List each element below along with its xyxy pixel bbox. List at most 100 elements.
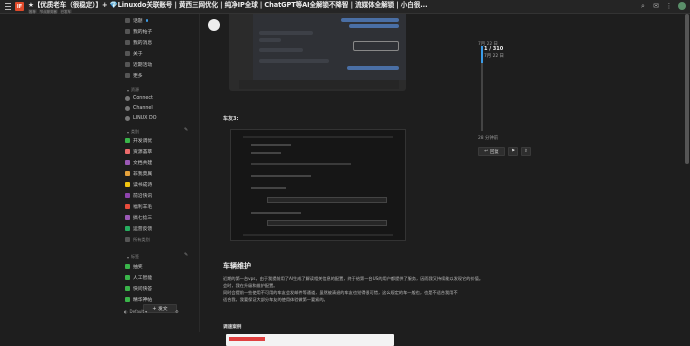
header-icons: ⌕ ✉ ⋮: [639, 2, 686, 10]
section-label: 车友3:: [223, 116, 239, 122]
sidebar-category[interactable]: 运营反馈: [125, 225, 152, 232]
tag-icon: [125, 286, 130, 291]
sidebar-item-label: 我的消息: [133, 41, 153, 46]
posts-icon: [125, 29, 130, 34]
share-icon: ⇪: [524, 149, 528, 154]
sidebar-category[interactable]: 前沿快讯: [125, 192, 152, 199]
tag-icon: [125, 297, 130, 302]
timeline-end-date[interactable]: 28 分钟前: [478, 135, 498, 141]
page-scrollbar[interactable]: [684, 14, 690, 332]
theme-icon[interactable]: ◐: [124, 309, 128, 314]
edit-tags-icon[interactable]: ✎: [184, 252, 188, 258]
sidebar-category[interactable]: 福利羊毛: [125, 203, 152, 210]
sidebar-item-messages[interactable]: 我的消息: [125, 39, 152, 46]
chevron-down-icon: ▾: [127, 87, 130, 93]
site-header: IF ★【优质老车（很稳定）】+ 💎Linuxdo关联账号 | 黄西三网优化 |…: [0, 0, 690, 14]
chevron-down-icon: ▾: [127, 254, 130, 260]
paragraph: 近期的第一台vps，由于我提前用了AI生成了解读相关信息的配置，终于给第一台US…: [223, 276, 484, 281]
sidebar-item-label: Connect: [133, 96, 153, 101]
screenshot-chat-image[interactable]: [229, 14, 406, 91]
chat-preview: [253, 14, 406, 80]
category-swatch-icon: [125, 193, 130, 198]
timeline-handle[interactable]: [481, 46, 483, 63]
unread-dot: [145, 19, 149, 22]
sidebar-item-label: 我的帖子: [133, 30, 153, 35]
section-tags-header[interactable]: ▾ 标签: [127, 254, 139, 260]
screenshot-channel-image[interactable]: [230, 129, 406, 241]
sidebar-all-categories[interactable]: 所有类别: [125, 236, 150, 243]
sidebar-item-label: LINUX DO: [133, 116, 157, 121]
sidebar-item-label: Channel: [133, 106, 153, 111]
sidebar-item-label: 话题: [133, 19, 143, 24]
reply-button[interactable]: ↩ 回复: [478, 147, 505, 156]
tag-icon: [125, 264, 130, 269]
sidebar-tag[interactable]: 快问快答: [125, 285, 152, 292]
bookmark-button[interactable]: ⚑: [508, 147, 518, 156]
sidebar-item-my-posts[interactable]: 我的帖子: [125, 28, 152, 35]
sidebar-category[interactable]: 非我莫属: [125, 170, 152, 177]
paragraph: 会时，我在升级和维护配置。: [223, 283, 278, 288]
messages-icon: [125, 40, 130, 45]
sidebar-tag[interactable]: 精华神帖: [125, 296, 152, 303]
section-categories-header[interactable]: ▾ 类别: [127, 129, 139, 135]
chevron-down-icon[interactable]: ▾: [145, 309, 147, 314]
sidebar-item-topics[interactable]: 话题: [125, 17, 149, 24]
events-icon: [125, 62, 130, 67]
category-swatch-icon: [125, 182, 130, 187]
chat-icon[interactable]: ✉: [652, 2, 660, 10]
paragraph: 适合我，我要保证大部分车友的使用体验做第一要紧的。: [223, 297, 328, 302]
list-icon: [125, 237, 130, 242]
sidebar-category[interactable]: 文档共建: [125, 159, 152, 166]
edit-categories-icon[interactable]: ✎: [184, 127, 188, 133]
category-swatch-icon: [125, 138, 130, 143]
sidebar-item-channel[interactable]: Channel: [125, 105, 153, 112]
chat-input-bar: [239, 80, 399, 89]
subheading: 调速案例: [223, 325, 242, 330]
screenshot-speedtest-image[interactable]: [226, 334, 394, 346]
sidebar-tag[interactable]: 人工智能: [125, 274, 152, 281]
category-swatch-icon: [125, 171, 130, 176]
menu-toggle-icon[interactable]: [2, 0, 14, 14]
search-icon[interactable]: ⌕: [639, 2, 647, 10]
sidebar-category[interactable]: 读书成诗: [125, 181, 152, 188]
sidebar-footer: ◐ Default ▾ ⚙: [124, 309, 200, 314]
sidebar-item-about[interactable]: 关于: [125, 50, 143, 57]
sidebar-category[interactable]: 开发调优: [125, 137, 152, 144]
sidebar-item-connect[interactable]: Connect: [125, 95, 153, 102]
sidebar-item-more[interactable]: 更多: [125, 72, 143, 79]
topic-title[interactable]: ★【优质老车（很稳定）】+ 💎Linuxdo关联账号 | 黄西三网优化 | 纯净…: [28, 0, 428, 9]
chevron-down-icon: ▾: [127, 129, 130, 135]
sidebar-item-linuxdo[interactable]: LINUX DO: [125, 115, 156, 122]
sidebar-category[interactable]: 资源荟萃: [125, 148, 152, 155]
theme-select[interactable]: Default: [130, 309, 145, 314]
more-icon: [125, 73, 130, 78]
about-icon: [125, 51, 130, 56]
category-swatch-icon: [125, 215, 130, 220]
linuxdo-icon: [125, 116, 130, 121]
tag-icon: [125, 275, 130, 280]
sidebar-item-label: 更多: [133, 74, 143, 79]
sidebar-item-label: 近期活动: [133, 63, 153, 68]
paragraph: 同时会提前一些使用不可用的车友会发邮件等通道，虽然被清退的车友也觉得很可惜，这么…: [223, 290, 458, 295]
reply-icon: ↩: [484, 149, 488, 154]
sidebar-tag[interactable]: 抽奖: [125, 263, 143, 270]
post-author-avatar[interactable]: [208, 19, 220, 31]
grid-menu-icon[interactable]: ⋮: [665, 2, 673, 10]
settings-icon[interactable]: ⚙: [175, 309, 179, 314]
channel-icon: [125, 106, 130, 111]
connect-icon: [125, 96, 130, 101]
site-logo[interactable]: IF: [15, 2, 24, 11]
bookmark-icon: ⚑: [511, 149, 515, 154]
topic-title-block: ★【优质老车（很稳定）】+ 💎Linuxdo关联账号 | 黄西三网优化 | 纯净…: [28, 0, 428, 14]
sidebar-category[interactable]: 搞七捻三: [125, 214, 152, 221]
section-resources-header[interactable]: ▾ 资源: [127, 87, 139, 93]
scrollbar-thumb[interactable]: [685, 14, 689, 164]
sidebar: [0, 14, 200, 332]
user-avatar[interactable]: [678, 2, 686, 10]
timeline-position-date: 7月 22 日: [484, 54, 504, 59]
share-button[interactable]: ⇪: [521, 147, 531, 156]
sidebar-item-events[interactable]: 近期活动: [125, 61, 152, 68]
timeline-position: 1 / 310: [484, 46, 504, 52]
sidebar-item-label: 关于: [133, 52, 143, 57]
category-swatch-icon: [125, 160, 130, 165]
